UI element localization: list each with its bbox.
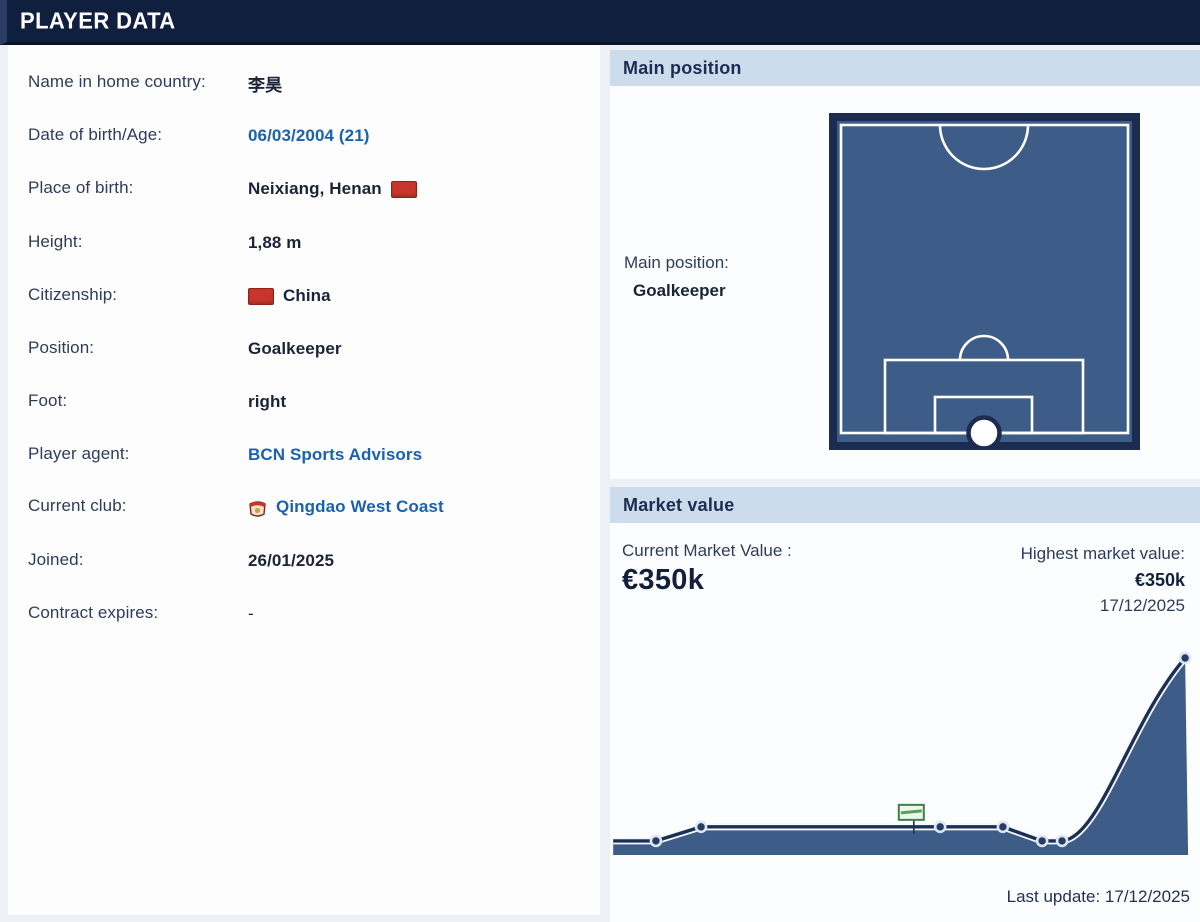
place-of-birth-value: Neixiang, Henan bbox=[248, 176, 417, 202]
info-label: Date of birth/Age: bbox=[28, 125, 163, 144]
player-info-panel: Name in home country: 李昊 Date of birth/A… bbox=[8, 45, 600, 915]
info-row-joined: Joined: 26/01/2025 bbox=[28, 548, 584, 574]
info-label: Citizenship: bbox=[28, 285, 118, 304]
market-value-header-text: Market value bbox=[623, 494, 735, 515]
info-label: Player agent: bbox=[28, 444, 130, 463]
info-label: Place of birth: bbox=[28, 178, 134, 197]
info-row-contract: Contract expires: - bbox=[28, 601, 584, 627]
current-market-value-label: Current Market Value : bbox=[622, 541, 792, 560]
player-agent-link[interactable]: BCN Sports Advisors bbox=[248, 442, 422, 468]
info-row-position: Position: Goalkeeper bbox=[28, 336, 584, 362]
info-label: Current club: bbox=[28, 496, 127, 515]
info-row-agent: Player agent: BCN Sports Advisors bbox=[28, 442, 584, 468]
highest-market-value-block: Highest market value: €350k 17/12/2025 bbox=[1021, 541, 1185, 619]
info-label: Contract expires: bbox=[28, 603, 159, 622]
place-of-birth-text: Neixiang, Henan bbox=[248, 179, 382, 198]
highest-market-value-date: 17/12/2025 bbox=[1099, 596, 1185, 615]
chart-data-point bbox=[1035, 834, 1049, 848]
citizenship-value: China bbox=[248, 283, 331, 309]
chart-data-point bbox=[933, 820, 947, 834]
page-header-bar: PLAYER DATA bbox=[0, 0, 1200, 45]
info-row-birthplace: Place of birth: Neixiang, Henan bbox=[28, 176, 584, 202]
chart-data-point bbox=[649, 834, 663, 848]
info-row-foot: Foot: right bbox=[28, 389, 584, 415]
name-home-country-value: 李昊 bbox=[248, 75, 283, 95]
info-label: Name in home country: bbox=[28, 72, 206, 91]
player-data-page: { "header": { "title": "PLAYER DATA" }, … bbox=[0, 0, 1200, 922]
main-position-value: Goalkeeper bbox=[633, 281, 726, 300]
current-club-link[interactable]: Qingdao West Coast bbox=[248, 494, 444, 520]
info-row-club: Current club: Qingdao West Coast bbox=[28, 494, 584, 520]
citizenship-text: China bbox=[283, 286, 331, 305]
info-row-name: Name in home country: 李昊 bbox=[28, 70, 584, 96]
main-position-label: Main position: bbox=[624, 253, 729, 272]
last-update-text: Last update: 17/12/2025 bbox=[1006, 887, 1190, 906]
position-value: Goalkeeper bbox=[248, 339, 342, 358]
info-label: Height: bbox=[28, 232, 83, 251]
foot-value: right bbox=[248, 392, 287, 411]
china-flag-icon bbox=[248, 287, 274, 305]
contract-expires-value: - bbox=[248, 604, 254, 623]
info-row-dob: Date of birth/Age: 06/03/2004 (21) bbox=[28, 123, 584, 149]
joined-value: 26/01/2025 bbox=[248, 551, 335, 570]
height-value: 1,88 m bbox=[248, 233, 302, 252]
current-club-text: Qingdao West Coast bbox=[276, 497, 444, 516]
main-position-header: Main position bbox=[610, 50, 1200, 86]
main-position-header-text: Main position bbox=[623, 57, 742, 78]
china-flag-icon bbox=[390, 180, 417, 198]
goalkeeper-position-marker bbox=[966, 415, 1002, 450]
info-label: Foot: bbox=[28, 391, 68, 410]
info-row-citizenship: Citizenship: China bbox=[28, 283, 584, 309]
chart-data-point bbox=[1178, 651, 1192, 665]
main-position-section: Main position Main position: Goalkeeper bbox=[610, 50, 1200, 479]
chart-data-point bbox=[1055, 834, 1069, 848]
date-of-birth-link[interactable]: 06/03/2004 (21) bbox=[248, 123, 370, 149]
transfer-club-badge-stripe bbox=[900, 809, 922, 815]
info-label: Joined: bbox=[28, 550, 84, 569]
page-title: PLAYER DATA bbox=[20, 7, 176, 34]
market-value-chart bbox=[613, 651, 1192, 855]
market-value-header: Market value bbox=[610, 487, 1200, 523]
main-position-text-block: Main position: Goalkeeper bbox=[624, 253, 729, 301]
highest-market-value: €350k bbox=[1134, 570, 1185, 590]
half-pitch-graphic bbox=[829, 113, 1140, 450]
chart-data-point bbox=[996, 820, 1010, 834]
market-value-section: Market value Current Market Value : €350… bbox=[610, 487, 1200, 922]
highest-market-value-label: Highest market value: bbox=[1020, 544, 1185, 563]
info-row-height: Height: 1,88 m bbox=[28, 230, 584, 256]
current-market-value-block: Current Market Value : €350k bbox=[622, 541, 792, 597]
chart-data-point bbox=[694, 820, 708, 834]
info-label: Position: bbox=[28, 338, 95, 357]
club-crest-icon bbox=[249, 500, 266, 517]
current-market-value: €350k bbox=[622, 564, 705, 596]
